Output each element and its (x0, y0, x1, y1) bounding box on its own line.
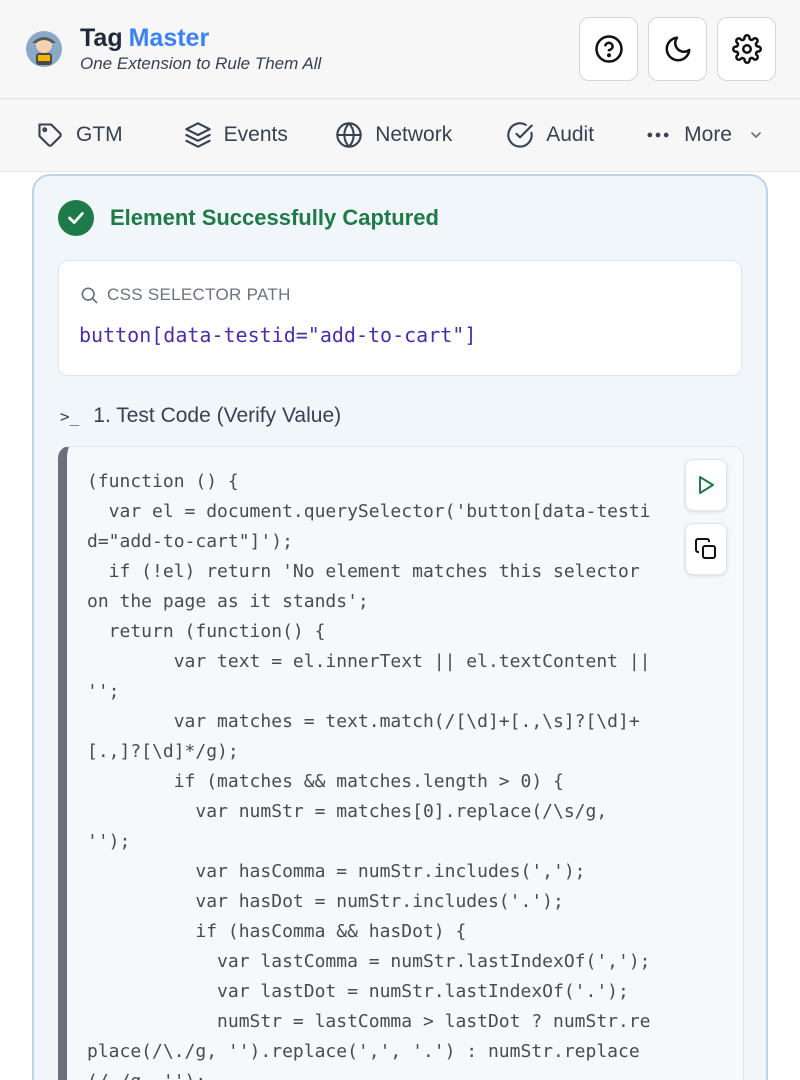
copy-icon (695, 538, 716, 559)
selector-value[interactable]: button[data-testid="add-to-cart"] (79, 323, 476, 347)
success-message: Element Successfully Captured (110, 205, 439, 230)
selector-label: CSS SELECTOR PATH (79, 285, 291, 305)
tag-icon (38, 123, 62, 147)
tab-gtm[interactable]: GTM (36, 121, 184, 149)
app-subtitle: One Extension to Rule Them All (80, 54, 322, 73)
tab-bar: GTM Events Network Audit More (0, 99, 800, 172)
theme-toggle-button[interactable] (648, 17, 707, 81)
test-code-heading: >_ 1. Test Code (Verify Value) (60, 404, 341, 428)
selector-path-box: CSS SELECTOR PATH button[data-testid="ad… (58, 260, 742, 376)
capture-card: Element Successfully Captured CSS SELECT… (32, 174, 768, 1080)
success-check-icon (58, 200, 94, 236)
more-icon (647, 132, 669, 138)
header-actions (579, 17, 776, 81)
play-icon (699, 476, 714, 494)
brand: Tag Master One Extension to Rule Them All (80, 24, 579, 74)
tab-network[interactable]: Network (335, 121, 506, 149)
help-button[interactable] (579, 17, 638, 81)
globe-icon (336, 122, 362, 148)
moon-icon (665, 36, 690, 62)
copy-code-button[interactable] (685, 523, 727, 575)
layers-icon (184, 122, 211, 148)
settings-button[interactable] (717, 17, 776, 81)
tab-audit-label: Audit (546, 123, 595, 146)
title-accent: Master (128, 24, 210, 52)
selector-label-text: CSS SELECTOR PATH (107, 285, 291, 304)
terminal-icon: >_ (60, 406, 80, 426)
code-content[interactable]: (function () { var el = document.querySe… (87, 467, 667, 1080)
check-circle-icon (507, 122, 533, 148)
logo-icon (26, 31, 62, 67)
app-root: Tag Master One Extension to Rule Them All (0, 0, 800, 1080)
test-code-title: 1. Test Code (Verify Value) (93, 404, 342, 427)
run-code-button[interactable] (685, 459, 727, 511)
title-main: Tag (80, 24, 123, 52)
success-status: Element Successfully Captured (58, 200, 439, 236)
tab-gtm-label: GTM (76, 123, 123, 146)
help-icon (594, 35, 623, 63)
app-title: Tag Master (80, 24, 579, 52)
app-header: Tag Master One Extension to Rule Them All (0, 0, 800, 99)
tab-audit[interactable]: Audit (506, 121, 644, 149)
test-code-block: (function () { var el = document.querySe… (58, 446, 744, 1080)
tab-events-label: Events (223, 123, 288, 146)
tab-events[interactable]: Events (184, 121, 336, 149)
chevron-down-icon (751, 132, 761, 138)
search-icon (81, 287, 98, 304)
gear-icon (731, 34, 762, 64)
tab-more-label: More (684, 123, 732, 146)
tab-network-label: Network (375, 123, 453, 146)
tab-more[interactable]: More (644, 121, 764, 149)
